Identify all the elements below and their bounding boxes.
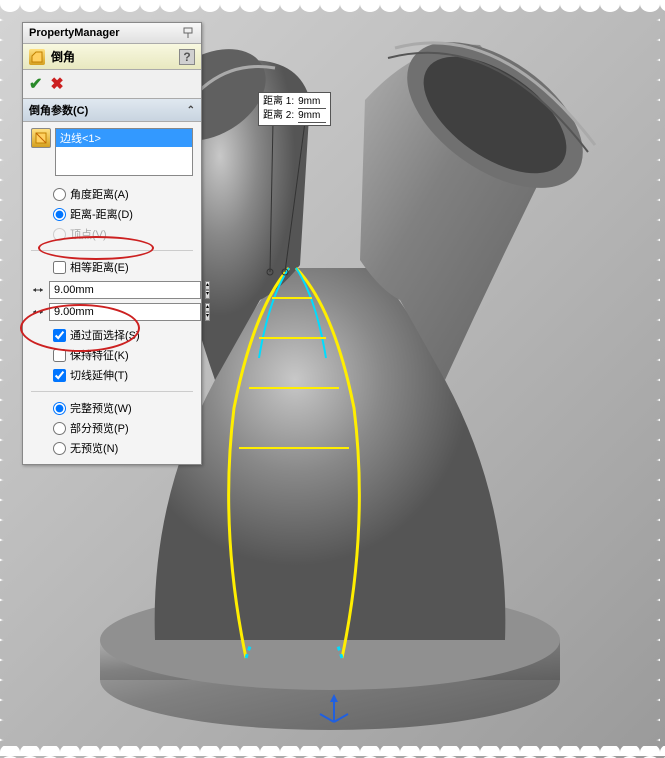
callout-label-1: 距离 1: <box>263 95 294 109</box>
edge-selection-icon[interactable] <box>31 128 51 148</box>
check-tangent-prop-input[interactable] <box>53 369 66 382</box>
divider <box>31 250 193 251</box>
check-tangent-prop[interactable]: 切线延伸(T) <box>31 365 193 385</box>
divider-2 <box>31 391 193 392</box>
chamfer-icon <box>29 49 45 65</box>
radio-partial-preview-label: 部分预览(P) <box>70 420 129 436</box>
panel-header: PropertyManager <box>23 23 201 44</box>
help-icon[interactable]: ? <box>179 49 195 65</box>
callout-label-2: 距离 2: <box>263 109 294 123</box>
radio-full-preview-input[interactable] <box>53 402 66 415</box>
section-header-params[interactable]: 倒角参数(C) ⌃ <box>23 99 201 122</box>
callout-value-1[interactable]: 9mm <box>298 95 326 109</box>
radio-distance-distance[interactable]: 距离-距离(D) <box>31 204 193 224</box>
radio-vertex-input <box>53 228 66 241</box>
radio-no-preview-input[interactable] <box>53 442 66 455</box>
radio-no-preview-label: 无预览(N) <box>70 440 118 456</box>
spinner-d1-up[interactable]: ▴ <box>205 281 210 290</box>
cancel-button[interactable]: ✖ <box>50 74 63 94</box>
spinner-d2-up[interactable]: ▴ <box>205 303 210 312</box>
radio-full-preview-label: 完整预览(W) <box>70 400 132 416</box>
radio-full-preview[interactable]: 完整预览(W) <box>31 398 193 418</box>
chamfer-callout: 距离 1: 9mm 距离 2: 9mm <box>258 92 331 126</box>
radio-angle-distance-label: 角度距离(A) <box>70 186 129 202</box>
check-tangent-prop-label: 切线延伸(T) <box>70 367 128 383</box>
pin-icon[interactable] <box>181 26 195 40</box>
spinner-d1-input[interactable] <box>49 281 201 299</box>
section-body: 边线<1> 角度距离(A) 距离-距离(D) 顶点(V) 相等距离(E) <box>23 122 201 464</box>
spinner-d1-down[interactable]: ▾ <box>205 290 210 299</box>
radio-distance-distance-input[interactable] <box>53 208 66 221</box>
property-manager-panel: PropertyManager 倒角 ? ✔ ✖ 倒角参数(C) ⌃ 边线<1> <box>22 22 202 465</box>
check-keep-features[interactable]: 保持特征(K) <box>31 345 193 365</box>
selection-item[interactable]: 边线<1> <box>56 129 192 147</box>
check-face-select[interactable]: 通过面选择(S) <box>31 325 193 345</box>
callout-value-2[interactable]: 9mm <box>298 109 326 123</box>
radio-distance-distance-label: 距离-距离(D) <box>70 206 133 222</box>
check-equal-distance-label: 相等距离(E) <box>70 259 129 275</box>
check-face-select-label: 通过面选择(S) <box>70 327 140 343</box>
selection-box: 边线<1> <box>31 128 193 176</box>
panel-title: PropertyManager <box>29 27 119 39</box>
spinner-d2-input[interactable] <box>49 303 201 321</box>
selection-list[interactable]: 边线<1> <box>55 128 193 176</box>
spinner-d2-icon <box>31 305 45 319</box>
feature-title-bar: 倒角 ? <box>23 44 201 70</box>
radio-no-preview[interactable]: 无预览(N) <box>31 438 193 458</box>
radio-partial-preview[interactable]: 部分预览(P) <box>31 418 193 438</box>
section-title: 倒角参数(C) <box>29 102 88 118</box>
check-keep-features-input[interactable] <box>53 349 66 362</box>
check-keep-features-label: 保持特征(K) <box>70 347 129 363</box>
radio-angle-distance[interactable]: 角度距离(A) <box>31 184 193 204</box>
radio-angle-distance-input[interactable] <box>53 188 66 201</box>
spinner-d2: ▴ ▾ <box>31 303 193 321</box>
radio-vertex: 顶点(V) <box>31 224 193 244</box>
check-equal-distance[interactable]: 相等距离(E) <box>31 257 193 277</box>
check-equal-distance-input[interactable] <box>53 261 66 274</box>
spinner-d1-icon <box>31 283 45 297</box>
feature-name: 倒角 <box>51 48 75 65</box>
confirm-row: ✔ ✖ <box>23 70 201 99</box>
spinner-d2-down[interactable]: ▾ <box>205 312 210 321</box>
ok-button[interactable]: ✔ <box>29 74 42 94</box>
spinner-d1: ▴ ▾ <box>31 281 193 299</box>
check-face-select-input[interactable] <box>53 329 66 342</box>
chevron-up-icon: ⌃ <box>187 105 195 116</box>
radio-partial-preview-input[interactable] <box>53 422 66 435</box>
radio-vertex-label: 顶点(V) <box>70 226 107 242</box>
